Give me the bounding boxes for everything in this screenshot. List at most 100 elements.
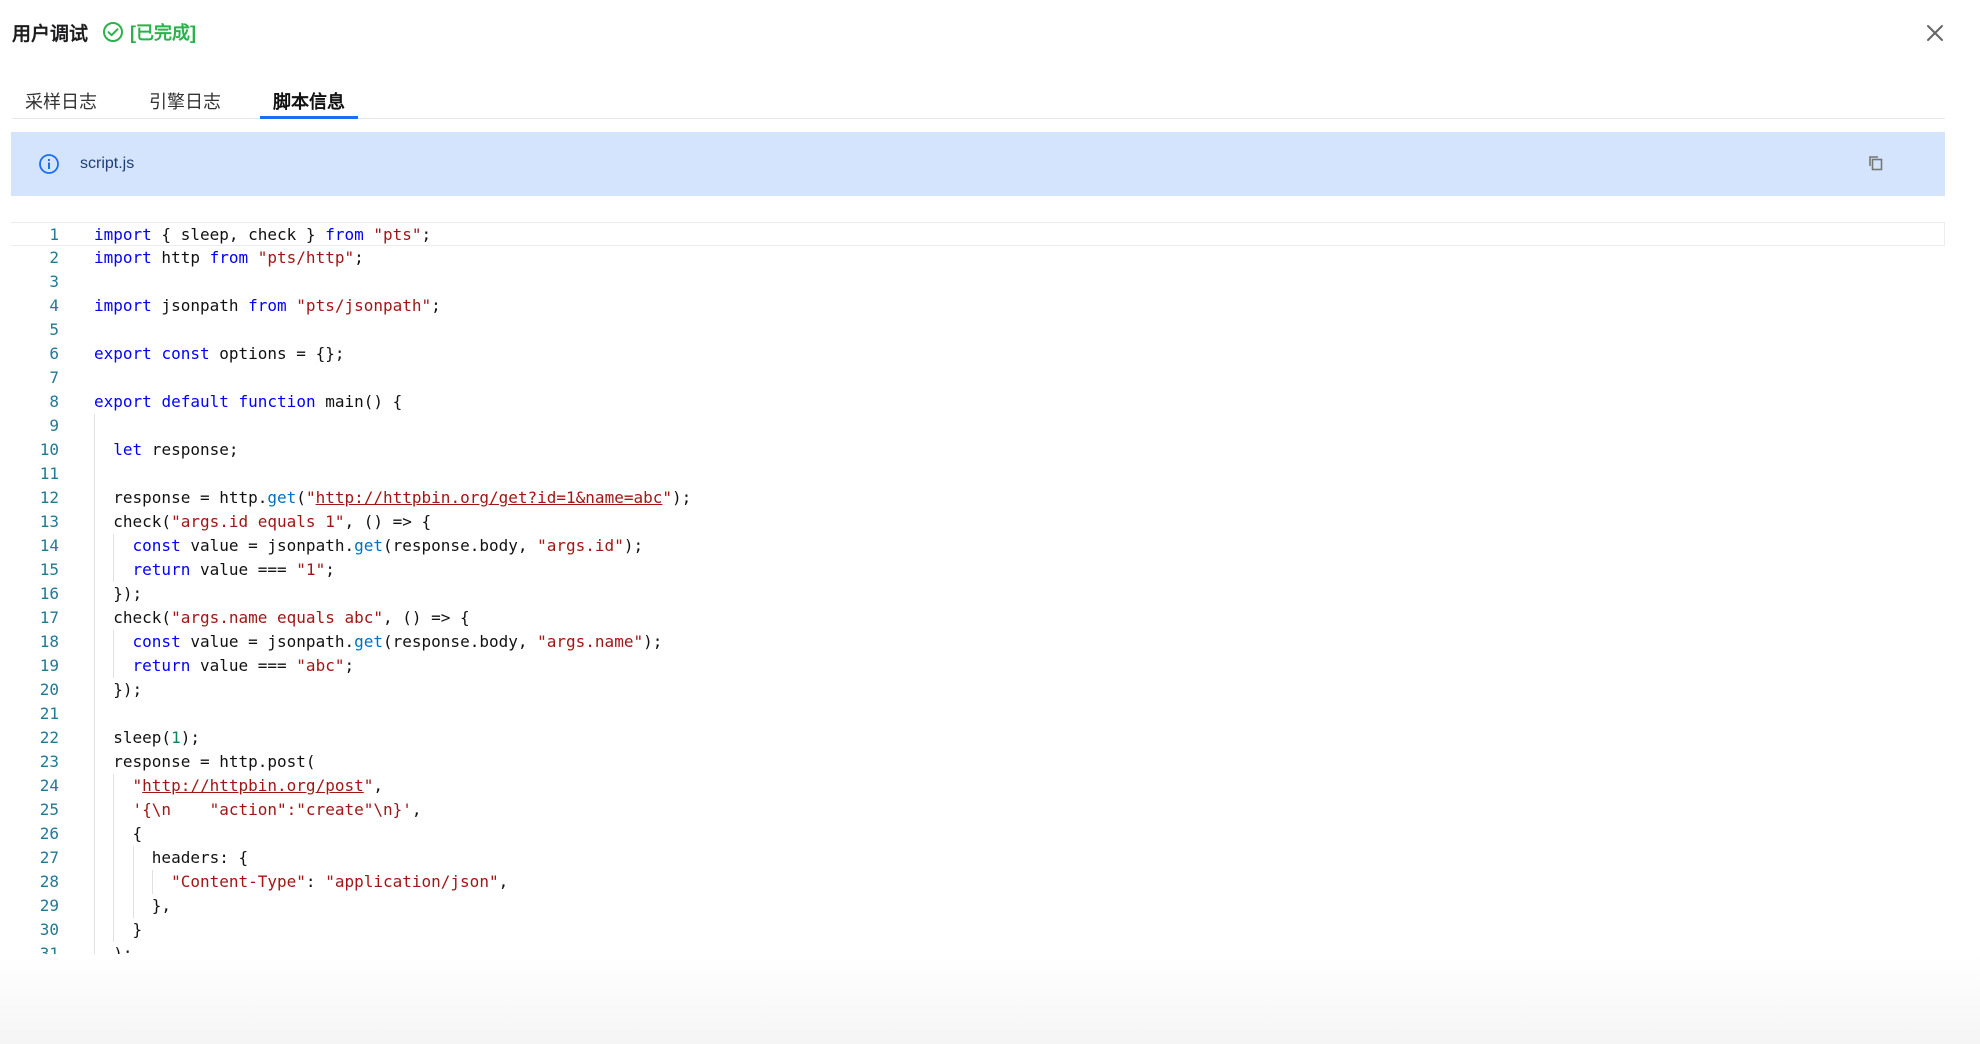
code-text: } <box>94 920 143 939</box>
script-file-bar: script.js <box>11 132 1945 196</box>
code-line[interactable]: 9 <box>11 414 1945 438</box>
code-line[interactable]: 15 return value === "1"; <box>11 558 1945 582</box>
line-number: 20 <box>39 680 59 699</box>
indent-guide <box>94 702 95 726</box>
code-text: }); <box>94 680 143 699</box>
line-number: 10 <box>39 440 59 459</box>
code-line[interactable]: 30 } <box>11 918 1945 942</box>
code-line[interactable]: 8 export default function main() { <box>11 390 1945 414</box>
line-number: 13 <box>39 512 59 531</box>
code-line[interactable]: 17 check("args.name equals abc", () => { <box>11 606 1945 630</box>
code-text: sleep(1); <box>94 728 200 747</box>
code-text: "http://httpbin.org/post", <box>132 776 384 795</box>
code-line[interactable]: 20 }); <box>11 678 1945 702</box>
code-line[interactable]: 29 }, <box>11 894 1945 918</box>
code-line[interactable]: 23 response = http.post( <box>11 750 1945 774</box>
line-number: 15 <box>39 560 59 579</box>
code-line[interactable]: 24 "http://httpbin.org/post", <box>11 774 1945 798</box>
code-line[interactable]: 12 response = http.get("http://httpbin.o… <box>11 486 1945 510</box>
code-text: ); <box>94 944 133 954</box>
code-line[interactable]: 1 import { sleep, check } from "pts"; <box>11 222 1945 246</box>
code-line[interactable]: 16 }); <box>11 582 1945 606</box>
line-number: 17 <box>39 608 59 627</box>
code-line[interactable]: 31 ); <box>11 942 1945 954</box>
status-text: [已完成] <box>130 23 197 43</box>
line-number: 3 <box>49 272 59 291</box>
line-number: 11 <box>39 464 59 483</box>
indent-guide <box>94 462 95 486</box>
dialog-footer-area <box>0 956 1980 1044</box>
code-text: '{\n "action":"create"\n}', <box>132 800 422 819</box>
line-number: 24 <box>39 776 59 795</box>
code-text: import { sleep, check } from "pts"; <box>94 225 432 244</box>
code-line[interactable]: 5 <box>11 318 1945 342</box>
tab-engine-log[interactable]: 引擎日志 <box>136 82 234 118</box>
code-line[interactable]: 4 import jsonpath from "pts/jsonpath"; <box>11 294 1945 318</box>
code-text: "Content-Type": "application/json", <box>171 872 509 891</box>
code-text: response = http.post( <box>94 752 316 771</box>
code-line[interactable]: 28 "Content-Type": "application/json", <box>11 870 1945 894</box>
code-text: headers: { <box>94 848 249 867</box>
code-text: let response; <box>113 440 239 459</box>
code-line[interactable]: 2 import http from "pts/http"; <box>11 246 1945 270</box>
tab-sampling-log[interactable]: 采样日志 <box>12 82 110 118</box>
code-line[interactable]: 27 headers: { <box>11 846 1945 870</box>
code-line[interactable]: 21 <box>11 702 1945 726</box>
line-number: 26 <box>39 824 59 843</box>
code-line[interactable]: 11 <box>11 462 1945 486</box>
line-number: 23 <box>39 752 59 771</box>
code-text: response = http.get("http://httpbin.org/… <box>94 488 692 507</box>
code-line[interactable]: 10 let response; <box>11 438 1945 462</box>
code-text: import jsonpath from "pts/jsonpath"; <box>94 296 441 315</box>
indent-guide <box>94 414 95 438</box>
code-text: const value = jsonpath.get(response.body… <box>132 536 644 555</box>
line-number: 4 <box>49 296 59 315</box>
code-text: export const options = {}; <box>94 344 345 363</box>
line-number: 25 <box>39 800 59 819</box>
copy-icon[interactable] <box>1867 154 1885 172</box>
code-text: }, <box>94 896 172 915</box>
check-circle-icon <box>103 22 124 42</box>
code-line[interactable]: 25 '{\n "action":"create"\n}', <box>11 798 1945 822</box>
line-number: 7 <box>49 368 59 387</box>
status-badge: [已完成] <box>102 19 196 45</box>
line-number: 31 <box>39 944 59 954</box>
script-filename: script.js <box>80 155 135 172</box>
dialog-title: 用户调试 <box>12 23 89 45</box>
code-line[interactable]: 7 <box>11 366 1945 390</box>
info-icon <box>39 154 59 174</box>
line-number: 16 <box>39 584 59 603</box>
code-line[interactable]: 6 export const options = {}; <box>11 342 1945 366</box>
code-text: check("args.id equals 1", () => { <box>94 512 432 531</box>
close-button[interactable] <box>1920 18 1950 48</box>
line-number: 9 <box>49 416 59 435</box>
line-number: 18 <box>39 632 59 651</box>
line-number: 2 <box>49 248 59 267</box>
code-text: const value = jsonpath.get(response.body… <box>132 632 663 651</box>
line-number: 19 <box>39 656 59 675</box>
code-text: return value === "abc"; <box>132 656 355 675</box>
line-number: 28 <box>39 872 59 891</box>
dialog-header: 用户调试 [已完成] <box>12 14 196 50</box>
line-number: 21 <box>39 704 59 723</box>
code-text: { <box>94 824 143 843</box>
code-line[interactable]: 13 check("args.id equals 1", () => { <box>11 510 1945 534</box>
tab-script-info[interactable]: 脚本信息 <box>260 82 358 119</box>
line-number: 8 <box>49 392 59 411</box>
code-line[interactable]: 19 return value === "abc"; <box>11 654 1945 678</box>
tab-bar: 采样日志 引擎日志 脚本信息 <box>12 82 1945 119</box>
code-line[interactable]: 14 const value = jsonpath.get(response.b… <box>11 534 1945 558</box>
line-number: 27 <box>39 848 59 867</box>
line-number: 5 <box>49 320 59 339</box>
code-text: return value === "1"; <box>132 560 335 579</box>
code-line[interactable]: 26 { <box>11 822 1945 846</box>
code-line[interactable]: 3 <box>11 270 1945 294</box>
line-number: 14 <box>39 536 59 555</box>
line-number: 1 <box>49 225 59 244</box>
line-number: 12 <box>39 488 59 507</box>
close-icon <box>1927 25 1943 41</box>
code-editor[interactable]: 1 import { sleep, check } from "pts"; 2 imp… <box>11 222 1945 954</box>
line-number: 6 <box>49 344 59 363</box>
code-line[interactable]: 22 sleep(1); <box>11 726 1945 750</box>
code-line[interactable]: 18 const value = jsonpath.get(response.b… <box>11 630 1945 654</box>
